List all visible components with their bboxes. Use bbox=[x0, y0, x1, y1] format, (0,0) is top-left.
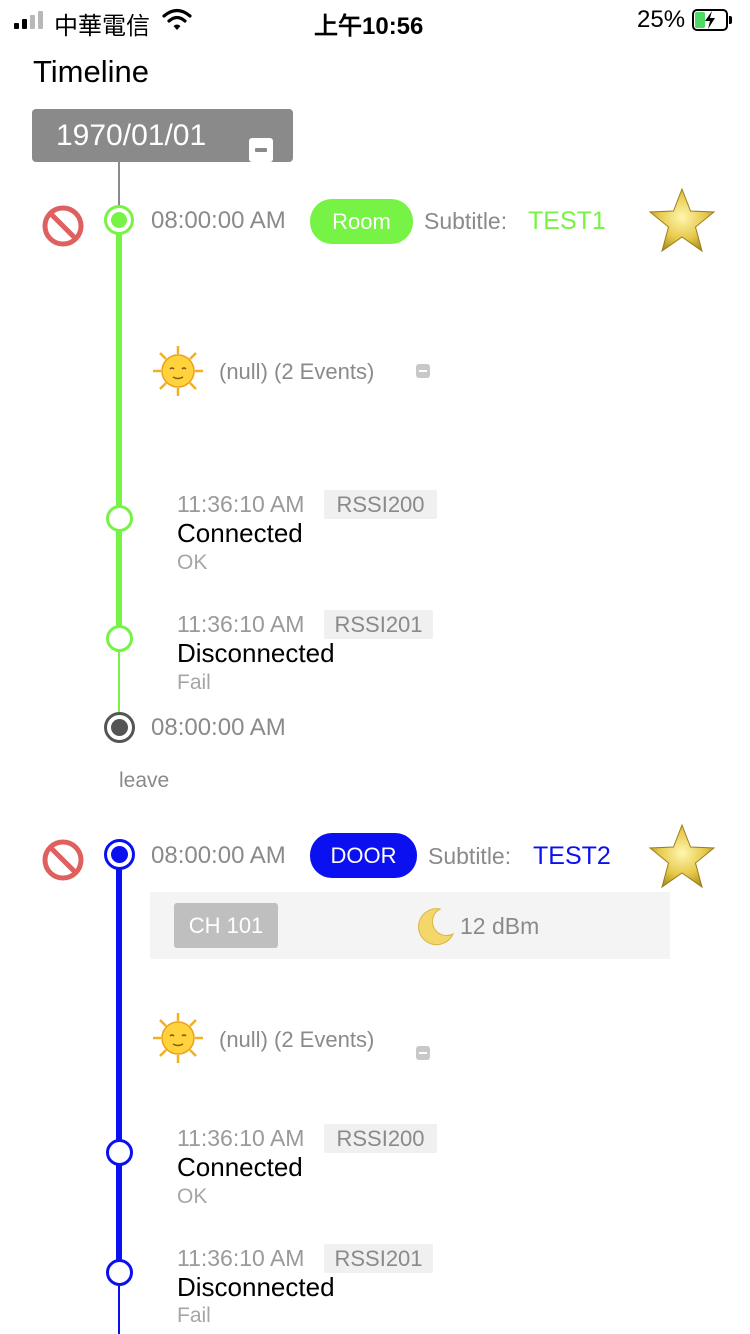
battery-charging-icon bbox=[692, 9, 732, 31]
timeline-connector bbox=[118, 162, 120, 206]
event-status: Fail bbox=[177, 1304, 211, 1327]
event-tag: RSSI200 bbox=[324, 1124, 437, 1153]
signal-power: 12 dBm bbox=[460, 913, 540, 939]
date-label: 1970/01/01 bbox=[56, 119, 207, 152]
event-time: 11:36:10 AM bbox=[177, 491, 305, 517]
no-entry-icon[interactable] bbox=[41, 204, 85, 248]
category-pill[interactable]: DOOR bbox=[310, 833, 417, 878]
collapse-group-icon[interactable] bbox=[416, 364, 430, 378]
event-time: 11:36:10 AM bbox=[177, 611, 305, 637]
star-icon[interactable] bbox=[647, 187, 717, 255]
event-time: 11:36:10 AM bbox=[177, 1245, 305, 1271]
clock: 上午10:56 bbox=[314, 13, 424, 40]
date-header[interactable]: 1970/01/01 bbox=[32, 109, 293, 162]
no-entry-icon[interactable] bbox=[41, 838, 85, 882]
timeline-line bbox=[116, 232, 122, 652]
page-title: Timeline bbox=[33, 54, 149, 89]
subtitle-label: Subtitle: bbox=[424, 208, 508, 234]
subtitle-label: Subtitle: bbox=[428, 843, 512, 869]
timeline-line bbox=[118, 652, 120, 714]
category-pill[interactable]: Room bbox=[310, 199, 413, 244]
event-title: Disconnected bbox=[177, 638, 335, 668]
event-title: Disconnected bbox=[177, 1272, 335, 1302]
event-node bbox=[106, 625, 133, 652]
star-icon[interactable] bbox=[647, 823, 717, 891]
timeline-node bbox=[104, 205, 134, 235]
event-tag: RSSI201 bbox=[324, 610, 433, 639]
section-time: 08:00:00 AM bbox=[151, 842, 286, 869]
sun-face-icon bbox=[153, 1013, 203, 1063]
event-node bbox=[106, 1259, 133, 1286]
section-time: 08:00:00 AM bbox=[151, 207, 286, 234]
subtitle-value: TEST2 bbox=[533, 842, 611, 870]
group-label: (null) (2 Events) bbox=[219, 359, 375, 384]
event-node bbox=[106, 1139, 133, 1166]
event-time: 11:36:10 AM bbox=[177, 1125, 305, 1151]
leave-note: leave bbox=[119, 769, 170, 792]
minus-square-icon[interactable] bbox=[249, 137, 273, 162]
channel-badge: CH 101 bbox=[174, 903, 278, 948]
event-tag: RSSI200 bbox=[324, 490, 437, 519]
collapse-group-icon[interactable] bbox=[416, 1046, 430, 1060]
signal-icon bbox=[14, 11, 43, 29]
event-node bbox=[106, 505, 133, 532]
timeline-line bbox=[116, 868, 122, 1284]
subtitle-value: TEST1 bbox=[528, 207, 606, 235]
sun-face-icon bbox=[153, 346, 203, 396]
event-status: Fail bbox=[177, 671, 211, 694]
group-label: (null) (2 Events) bbox=[219, 1027, 375, 1052]
event-status: OK bbox=[177, 551, 208, 574]
end-time: 08:00:00 AM bbox=[151, 714, 286, 741]
moon-icon bbox=[418, 908, 455, 946]
carrier-name: 中華電信 bbox=[54, 13, 150, 40]
event-title: Connected bbox=[177, 518, 303, 548]
timeline-node bbox=[104, 839, 135, 870]
battery-percent: 25% bbox=[637, 6, 686, 33]
event-title: Connected bbox=[177, 1152, 303, 1182]
wifi-icon bbox=[162, 8, 192, 30]
status-bar: 中華電信 上午10:56 25% bbox=[0, 0, 750, 44]
event-tag: RSSI201 bbox=[324, 1244, 433, 1273]
end-node bbox=[104, 712, 135, 743]
timeline-line bbox=[118, 1284, 120, 1334]
event-status: OK bbox=[177, 1185, 208, 1208]
